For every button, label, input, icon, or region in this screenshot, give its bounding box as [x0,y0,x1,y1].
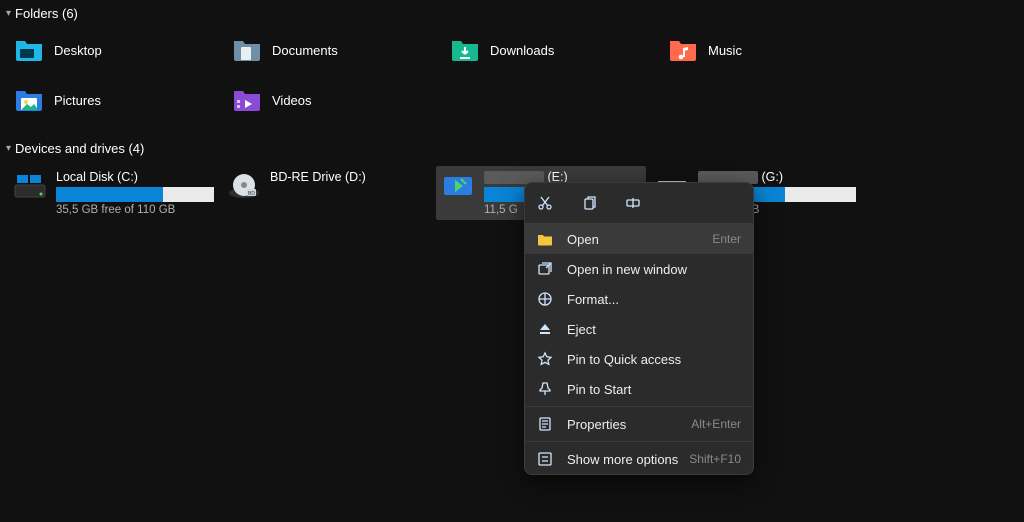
context-menu-format-[interactable]: Format... [525,284,753,314]
drives-grid: Local Disk (C:) 35,5 GB free of 110 GB B… [0,160,1024,226]
context-menu-open[interactable]: Open Enter [525,224,753,254]
star-icon [537,351,555,367]
drive-info: BD-RE Drive (D:) [270,170,428,216]
context-menu-item-label: Pin to Start [567,382,741,397]
folder-label: Pictures [54,93,101,108]
context-menu-separator [525,406,753,407]
context-menu-item-shortcut: Enter [712,232,741,246]
folder-videos[interactable]: Videos [232,83,442,117]
context-menu-separator [525,441,753,442]
folder-label: Music [708,43,742,58]
drive-info: Local Disk (C:) 35,5 GB free of 110 GB [56,170,214,216]
context-menu-item-label: Properties [567,417,691,432]
drive-context-menu: Open Enter Open in new window Format... … [524,182,754,475]
folder-documents[interactable]: Documents [232,33,442,67]
drive-name: BD-RE Drive (D:) [270,170,428,184]
context-menu-item-label: Eject [567,322,741,337]
format-icon [537,291,555,307]
videos-folder-icon [232,87,262,113]
context-menu-pin-to-quick-access[interactable]: Pin to Quick access [525,344,753,374]
folder-open-icon [537,231,555,247]
drive-icon: BD [226,170,262,200]
chevron-down-icon: ▾ [6,143,11,154]
rename-button[interactable] [621,191,645,215]
svg-text:BD: BD [248,191,255,197]
chevron-down-icon: ▾ [6,8,11,19]
context-menu-eject[interactable]: Eject [525,314,753,344]
desktop-folder-icon [14,37,44,63]
copy-button[interactable] [577,191,601,215]
context-menu-pin-to-start[interactable]: Pin to Start [525,374,753,404]
context-menu-properties[interactable]: Properties Alt+Enter [525,409,753,439]
pin-icon [537,381,555,397]
section-drives-header[interactable]: ▾ Devices and drives (4) [0,137,1024,160]
folder-music[interactable]: Music [668,33,878,67]
folder-label: Documents [272,43,338,58]
context-menu-item-label: Show more options [567,452,689,467]
drive-icon [440,170,476,200]
eject-icon [537,321,555,337]
context-menu-item-label: Open [567,232,712,247]
folder-pictures[interactable]: Pictures [14,83,224,117]
context-menu-item-label: Pin to Quick access [567,352,741,367]
music-folder-icon [668,37,698,63]
drive-item[interactable]: Local Disk (C:) 35,5 GB free of 110 GB [8,166,218,220]
section-folders-header[interactable]: ▾ Folders (6) [0,2,1024,25]
folder-label: Downloads [490,43,554,58]
folder-label: Videos [272,93,312,108]
drive-name: Local Disk (C:) [56,170,214,184]
context-menu-show-more-options[interactable]: Show more options Shift+F10 [525,444,753,474]
folder-downloads[interactable]: Downloads [450,33,660,67]
drive-free-text: 35,5 GB free of 110 GB [56,204,214,216]
drive-usage-bar [56,187,214,202]
more-icon [537,451,555,467]
context-menu-item-shortcut: Shift+F10 [689,452,741,466]
context-menu-item-shortcut: Alt+Enter [691,417,741,431]
cut-button[interactable] [533,191,557,215]
context-menu-top-actions [525,183,753,224]
folder-label: Desktop [54,43,102,58]
context-menu-open-in-new-window[interactable]: Open in new window [525,254,753,284]
context-menu-item-label: Open in new window [567,262,741,277]
context-menu-item-label: Format... [567,292,741,307]
documents-folder-icon [232,37,262,63]
new-window-icon [537,261,555,277]
folder-desktop[interactable]: Desktop [14,33,224,67]
folders-grid: Desktop Documents Downloads Music Pictur… [0,25,1024,135]
section-folders-label: Folders (6) [15,6,78,21]
pictures-folder-icon [14,87,44,113]
downloads-folder-icon [450,37,480,63]
properties-icon [537,416,555,432]
section-drives-label: Devices and drives (4) [15,141,144,156]
drive-icon [12,170,48,200]
drive-item[interactable]: BD BD-RE Drive (D:) [222,166,432,220]
